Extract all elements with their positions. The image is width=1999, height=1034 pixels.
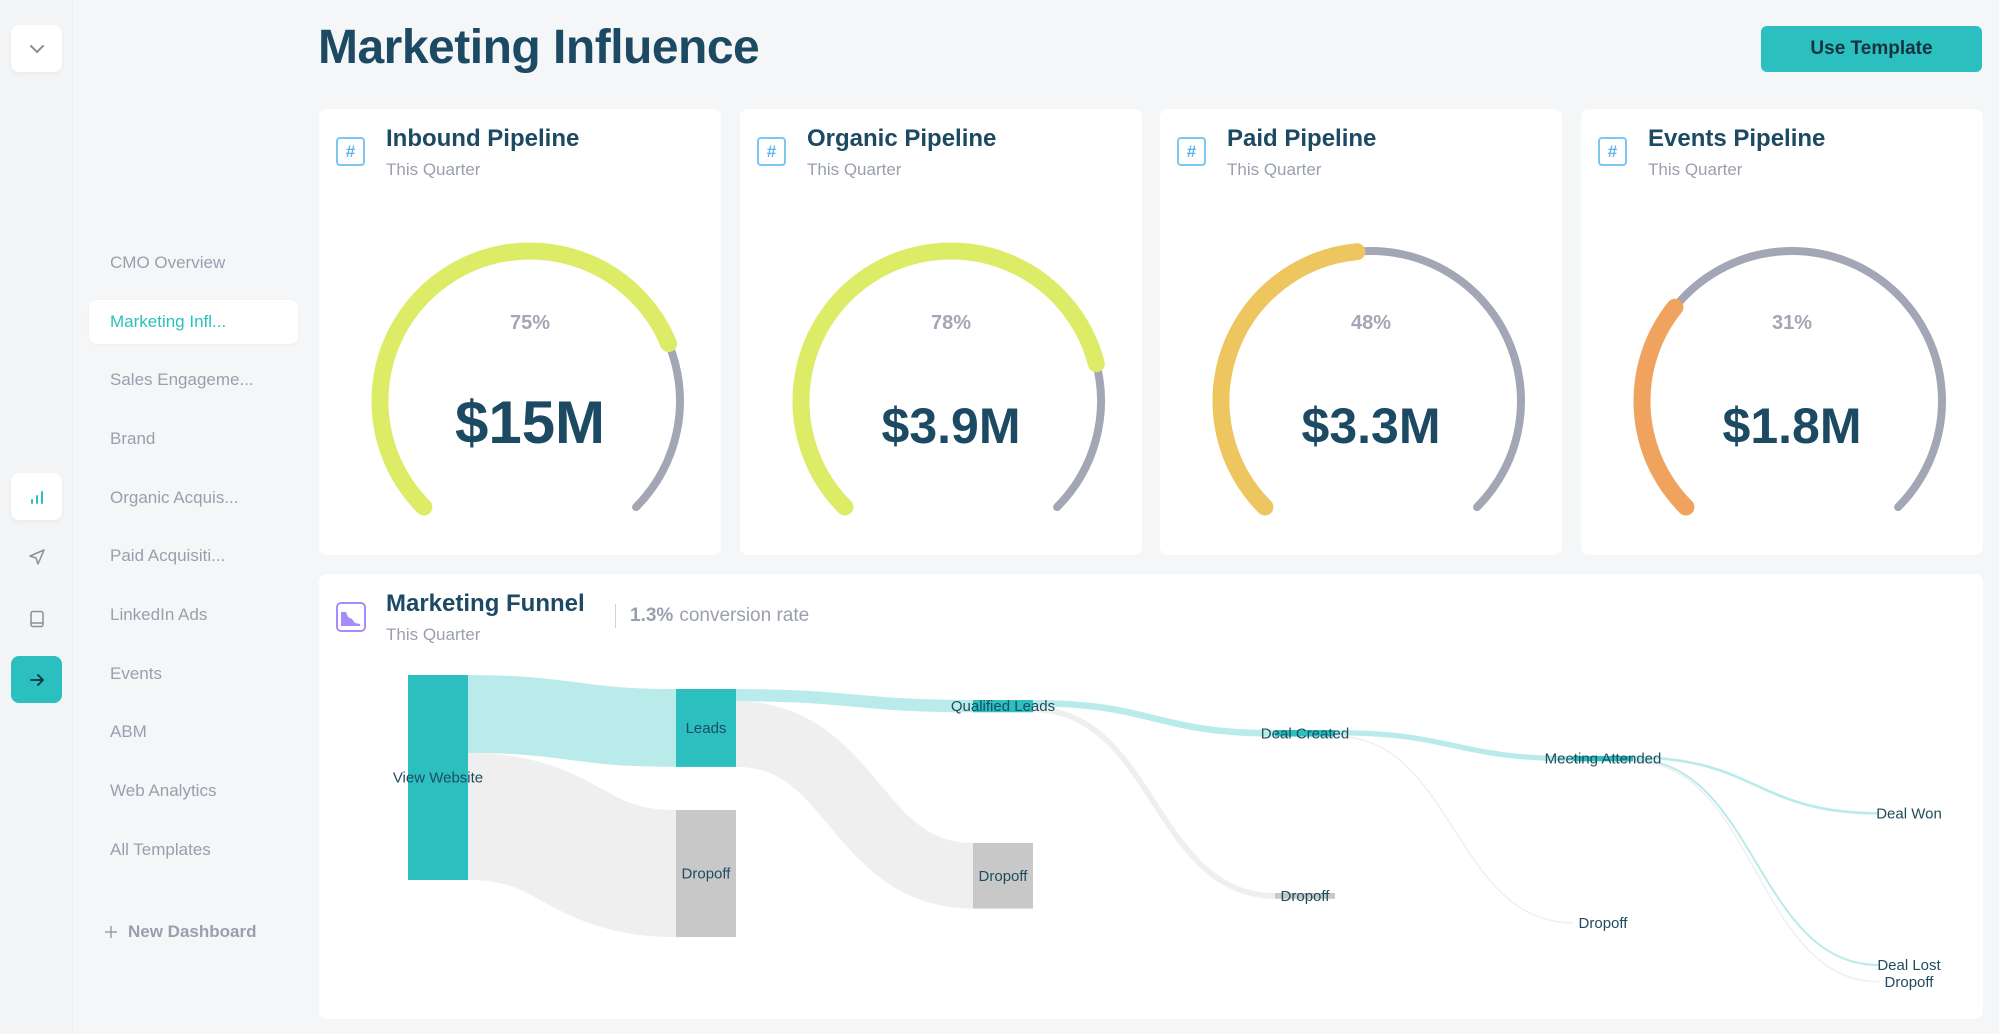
hash-icon: # <box>336 137 365 166</box>
card-subtitle: This Quarter <box>1227 160 1322 179</box>
sankey-node-label: Dropoff <box>682 866 732 883</box>
sankey-link <box>1632 760 1880 983</box>
gauge-percent: 31% <box>1772 312 1812 334</box>
sankey-node-label: Dropoff <box>979 868 1029 885</box>
use-template-button[interactable]: Use Template <box>1761 26 1982 72</box>
pipeline-card-paid: # Paid Pipeline This Quarter 48% $3.3M <box>1160 109 1562 555</box>
card-subtitle: This Quarter <box>1648 160 1743 179</box>
rail-docs-button[interactable] <box>11 595 62 642</box>
arrow-right-icon <box>29 673 44 686</box>
card-subtitle: This Quarter <box>807 160 902 179</box>
card-subtitle: This Quarter <box>386 160 481 179</box>
gauge-percent: 78% <box>931 312 971 334</box>
gauge-fill <box>1633 298 1695 516</box>
sidebar-item-all-templates[interactable]: All Templates <box>89 828 298 872</box>
sankey-link <box>1632 756 1880 815</box>
gauge-percent: 75% <box>510 312 550 334</box>
sankey-node-label: Dropoff <box>1579 915 1629 932</box>
sidebar-item-abm[interactable]: ABM <box>89 710 298 754</box>
sankey-link <box>1334 735 1574 924</box>
card-title: Organic Pipeline <box>807 125 997 152</box>
sankey-link <box>1334 730 1574 762</box>
sidebar-item-organic-acquisition[interactable]: Organic Acquis... <box>89 476 298 520</box>
sankey-link <box>735 689 974 713</box>
sidebar-item-marketing-influence[interactable]: Marketing Infl... <box>89 300 298 344</box>
sankey-node-label: Dropoff <box>1281 888 1331 905</box>
rail-send-button[interactable] <box>11 533 62 580</box>
sankey-link <box>734 701 975 909</box>
new-dashboard-label: New Dashboard <box>128 922 257 941</box>
sankey-link <box>1632 758 1880 967</box>
sidebar-item-sales-engagement[interactable]: Sales Engageme... <box>89 358 298 402</box>
new-dashboard-button[interactable]: New Dashboard <box>104 922 256 942</box>
icon-rail <box>0 0 73 1034</box>
gauge-value: $1.8M <box>1723 398 1862 454</box>
gauge-track <box>632 339 684 512</box>
sankey-link <box>466 752 678 938</box>
gauge-value: $3.9M <box>882 398 1021 454</box>
gauge-value: $15M <box>455 389 605 456</box>
sankey-node-label: Qualified Leads <box>951 698 1055 715</box>
sankey-node-label: Deal Created <box>1261 725 1349 742</box>
sankey-link <box>467 675 677 767</box>
pipeline-card-organic: # Organic Pipeline This Quarter 78% $3.9M <box>740 109 1142 555</box>
sankey-node-label: Meeting Attended <box>1545 751 1662 768</box>
sidebar-item-brand[interactable]: Brand <box>89 417 298 461</box>
gauge: 75% $15M <box>371 242 684 516</box>
gauge-track <box>1053 359 1105 512</box>
gauge-fill <box>1212 243 1366 516</box>
hash-icon: # <box>757 137 786 166</box>
card-title: Events Pipeline <box>1648 125 1826 152</box>
gauge-fill <box>371 242 678 516</box>
sidebar-item-cmo-overview[interactable]: CMO Overview <box>89 241 298 285</box>
gauge-track <box>1670 247 1946 512</box>
sidebar-nav: CMO Overview Marketing Infl... Sales Eng… <box>74 0 304 1034</box>
sankey-chart: View Website Leads Dropoff Qualified Leads D… <box>393 675 1942 991</box>
rail-dashboards-button[interactable] <box>11 473 62 520</box>
chevron-down-icon <box>29 44 44 53</box>
sidebar-item-events[interactable]: Events <box>89 652 298 696</box>
sankey-link <box>1032 706 1276 899</box>
pipeline-card-events: # Events Pipeline This Quarter 31% $1.8M <box>1581 109 1983 555</box>
card-title: Inbound Pipeline <box>386 125 580 152</box>
gauge-track <box>1352 247 1525 512</box>
gauge: 31% $1.8M <box>1633 247 1946 516</box>
card-title: Paid Pipeline <box>1227 125 1377 152</box>
hash-icon: # <box>1598 137 1627 166</box>
gauge: 48% $3.3M <box>1212 243 1525 516</box>
funnel-card: Marketing Funnel This Quarter 1.3% conve… <box>319 574 1983 1019</box>
hash-icon: # <box>1177 137 1206 166</box>
gauge: 78% $3.9M <box>792 242 1105 516</box>
collapse-button[interactable] <box>11 25 62 72</box>
page-title: Marketing Influence <box>318 21 760 74</box>
book-icon <box>29 610 44 627</box>
sankey-node-label: Leads <box>686 720 727 737</box>
sankey-node-label: Deal Won <box>1876 805 1942 822</box>
gauge-value: $3.3M <box>1302 398 1441 454</box>
sidebar-item-paid-acquisition[interactable]: Paid Acquisiti... <box>89 534 298 578</box>
rail-expand-button[interactable] <box>11 656 62 703</box>
sidebar-item-web-analytics[interactable]: Web Analytics <box>89 769 298 813</box>
send-icon <box>28 548 45 565</box>
pipeline-card-inbound: # Inbound Pipeline This Quarter 75% $15M <box>319 109 721 555</box>
sankey-node-label: View Website <box>393 770 483 787</box>
sankey-node-label: Deal Lost <box>1877 957 1941 974</box>
gauge-fill <box>792 242 1105 516</box>
plus-icon <box>105 926 117 938</box>
sidebar-item-linkedin-ads[interactable]: LinkedIn Ads <box>89 593 298 637</box>
gauge-percent: 48% <box>1351 312 1391 334</box>
bar-chart-icon <box>30 490 43 504</box>
sankey-node-label: Dropoff <box>1885 974 1935 991</box>
